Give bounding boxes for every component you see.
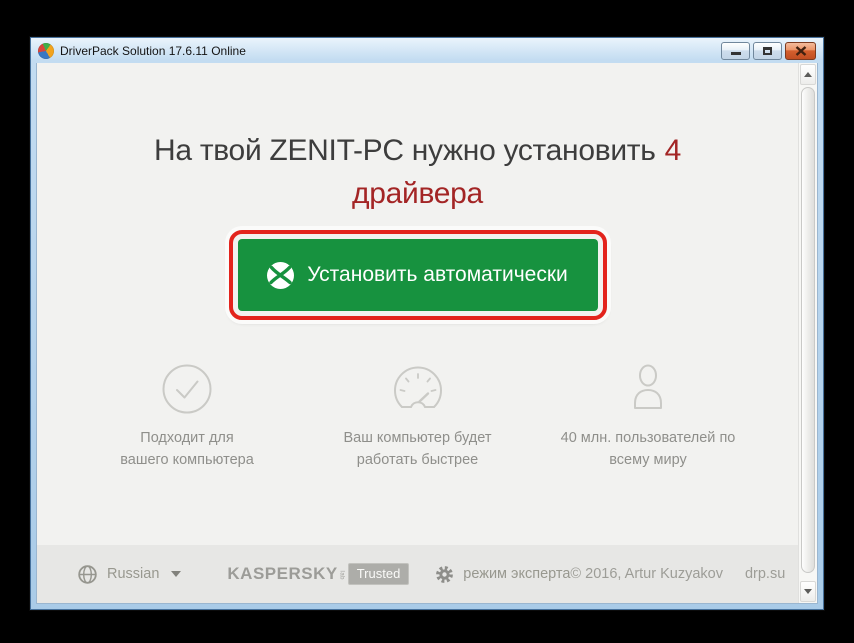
kaspersky-lab-label: lab (338, 570, 345, 581)
feature-faster: Ваш компьютер будет работать быстрее (304, 362, 532, 471)
driverpack-logo-icon (267, 261, 295, 289)
speedometer-icon (393, 366, 442, 408)
feature-compatible: Подходит для вашего компьютера (73, 362, 301, 471)
expert-mode-button[interactable]: режим эксперта (435, 565, 570, 584)
user-icon (634, 364, 662, 409)
red-highlight-box: Установить автоматически (228, 230, 607, 320)
driver-count: 4 (664, 134, 682, 167)
chevron-down-icon (171, 571, 182, 577)
page-title: На твой ZENIT-PC нужно установить 4 драйв… (37, 63, 798, 215)
maximize-icon (763, 46, 772, 55)
kaspersky-wordmark: KASPERSKY (227, 564, 338, 583)
copyright-text: © 2016, Artur Kuzyakov (570, 566, 723, 582)
feature-label: 40 млн. пользователей по всему миру (560, 430, 736, 469)
scroll-down-button[interactable] (800, 581, 816, 602)
close-button[interactable] (785, 41, 816, 60)
maximize-button[interactable] (753, 41, 782, 60)
site-link[interactable]: drp.su (745, 566, 785, 582)
main-content: На твой ZENIT-PC нужно установить 4 драйв… (37, 63, 798, 545)
scroll-up-button[interactable] (800, 64, 816, 85)
driverpack-window: DriverPack Solution 17.6.11 Online На тв… (30, 37, 824, 610)
trusted-badge: Trusted (347, 563, 410, 585)
client-area: На твой ZENIT-PC нужно установить 4 драйв… (36, 63, 818, 604)
titlebar: DriverPack Solution 17.6.11 Online (31, 38, 823, 63)
expert-mode-label: режим эксперта (463, 566, 571, 582)
minimize-button[interactable] (721, 41, 750, 60)
feature-users: 40 млн. пользователей по всему миру (534, 362, 762, 471)
vertical-scrollbar[interactable] (798, 63, 817, 603)
check-circle-icon (162, 364, 212, 414)
window-title: DriverPack Solution 17.6.11 Online (60, 43, 246, 58)
footer-bar: Russian KASPERSKY lab Trusted режим эксп… (37, 545, 798, 603)
window-controls (721, 41, 816, 60)
feature-label: Ваш компьютер будет работать быстрее (343, 430, 492, 469)
language-label: Russian (107, 566, 160, 582)
minimize-icon (730, 52, 741, 55)
gear-icon (436, 565, 454, 583)
title-suffix: драйвера (352, 177, 483, 210)
feature-label: Подходит для вашего компьютера (120, 430, 254, 469)
kaspersky-trusted-logo: KASPERSKY lab Trusted (227, 563, 410, 585)
close-icon (795, 45, 806, 56)
features-row: Подходит для вашего компьютера Ваш компь… (73, 362, 762, 471)
arrow-down-icon (804, 589, 812, 594)
scrollbar-thumb[interactable] (801, 87, 815, 573)
globe-icon (78, 564, 97, 584)
title-prefix: На твой ZENIT-PC нужно установить (154, 134, 656, 167)
install-button-label: Установить автоматически (307, 263, 568, 286)
install-automatically-button[interactable]: Установить автоматически (237, 239, 598, 311)
arrow-up-icon (804, 72, 812, 77)
driverpack-app-icon (38, 42, 54, 59)
language-selector[interactable]: Russian (77, 564, 182, 585)
